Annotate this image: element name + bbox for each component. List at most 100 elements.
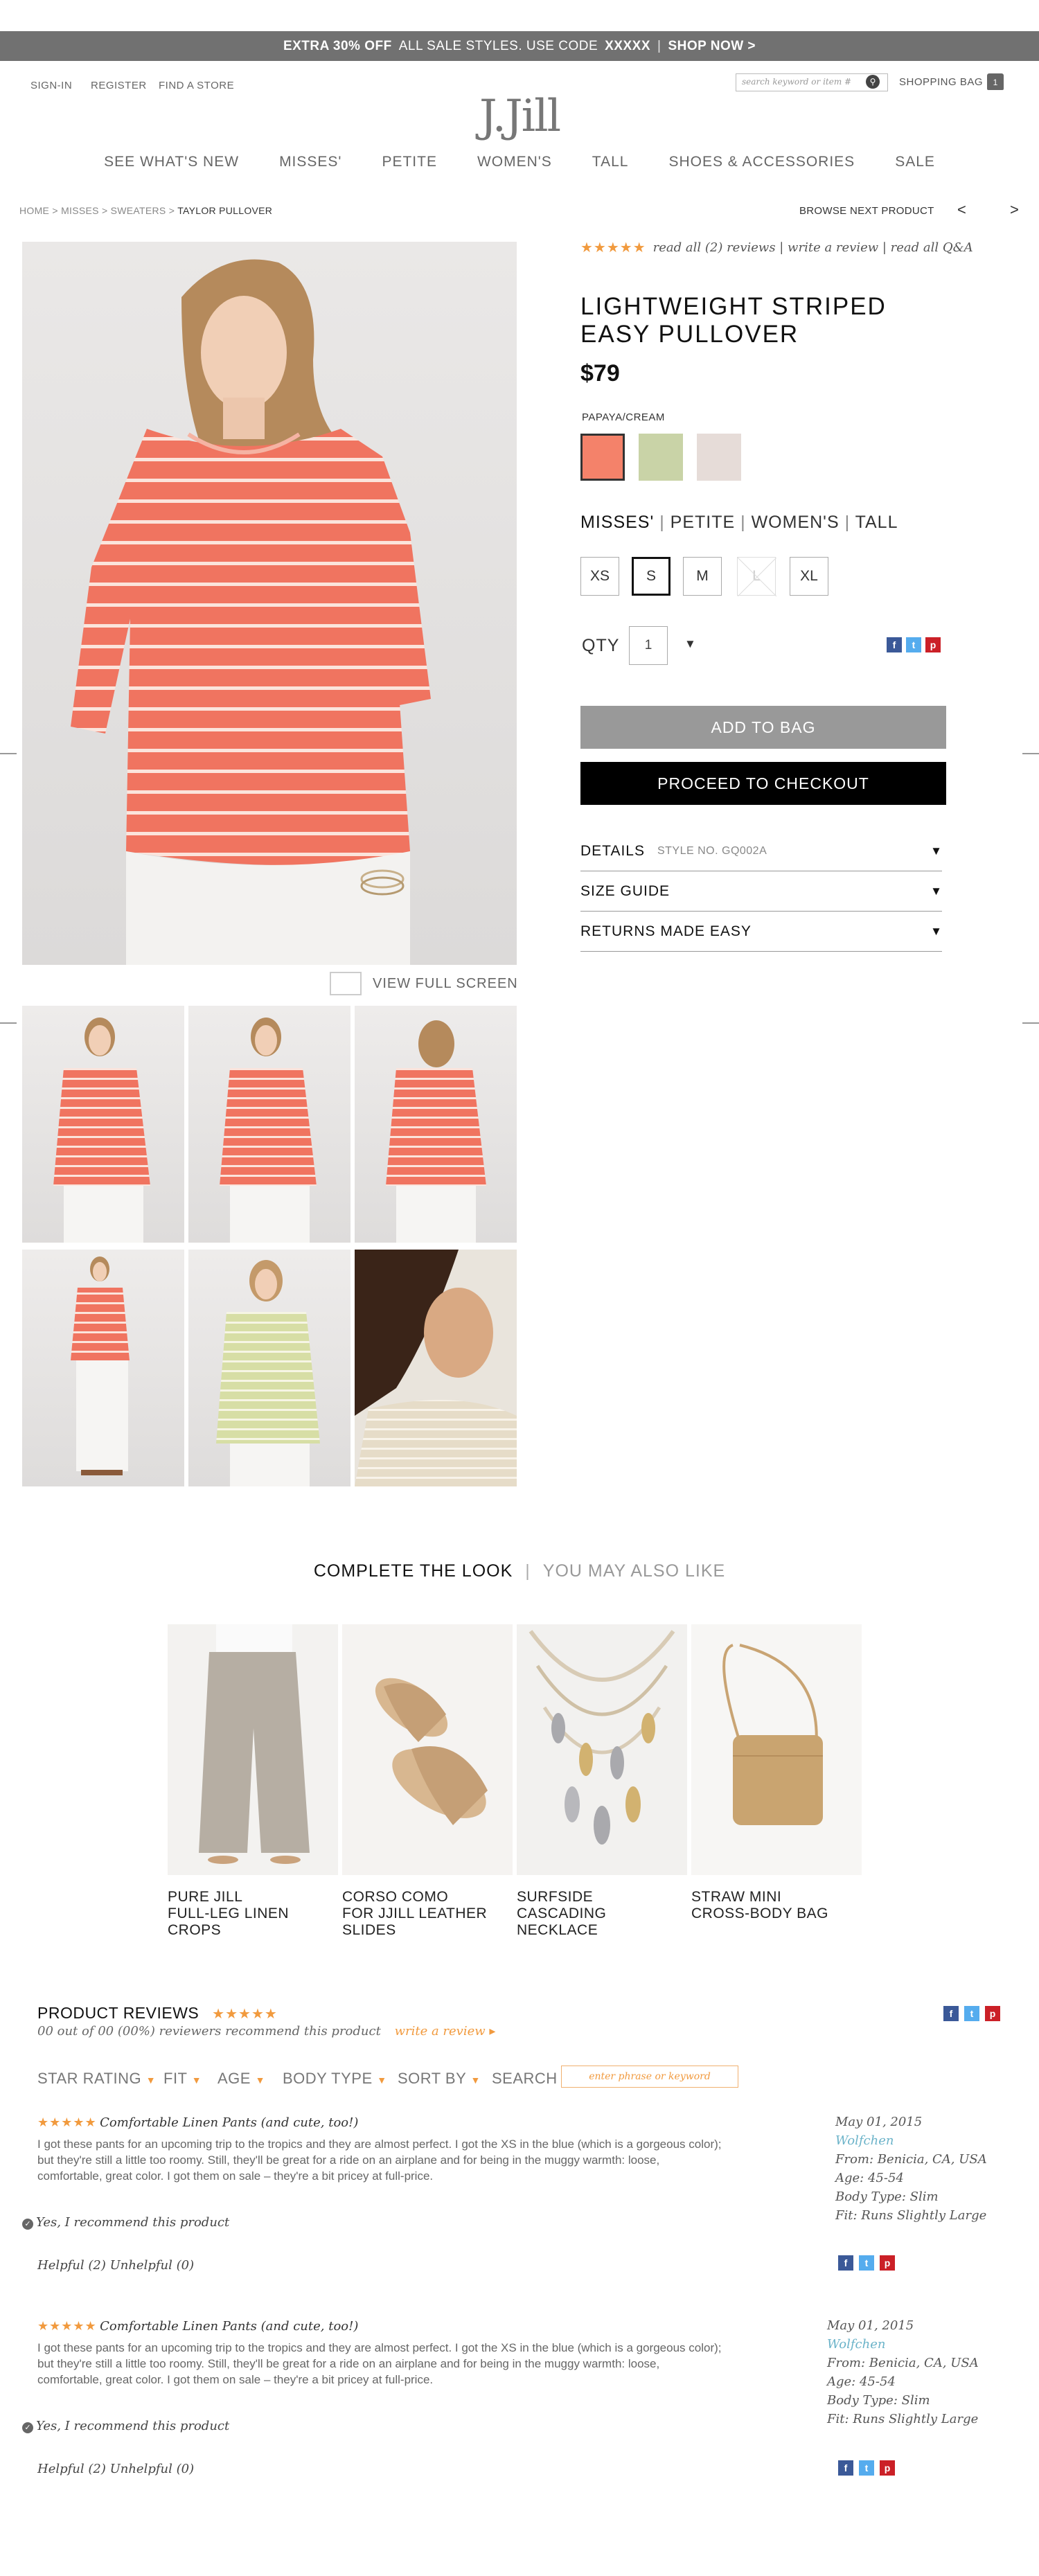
write-review-link[interactable]: write a review ▸ — [395, 2024, 496, 2038]
reviewer-fit: Fit: Runs Slightly Large — [835, 2208, 987, 2223]
twitter-icon[interactable]: t — [859, 2255, 874, 2271]
product-card-image-1[interactable] — [168, 1624, 338, 1875]
pinterest-icon[interactable]: p — [925, 637, 941, 652]
next-product-icon[interactable]: > — [1010, 201, 1019, 219]
nav-womens[interactable]: WOMEN'S — [477, 154, 552, 170]
filter-fit[interactable]: FIT ▼ — [163, 2070, 202, 2088]
size-s[interactable]: S — [632, 557, 671, 596]
size-xl[interactable]: XL — [790, 557, 828, 596]
add-to-bag-button[interactable]: ADD TO BAG — [580, 706, 946, 749]
filter-star-rating[interactable]: STAR RATING ▼ — [37, 2070, 156, 2088]
qty-select[interactable]: 1 — [629, 626, 668, 665]
review-2-meta: May 01, 2015 Wolfchen From: Benicia, CA,… — [827, 2316, 979, 2428]
crumb-home[interactable]: HOME — [19, 205, 49, 216]
check-icon: ✓ — [22, 2219, 33, 2230]
reviewer-name[interactable]: Wolfchen — [835, 2131, 987, 2150]
twitter-icon[interactable]: t — [964, 2006, 979, 2021]
facebook-icon[interactable]: f — [838, 2460, 853, 2476]
swatch-green[interactable] — [639, 434, 683, 481]
swatch-papaya[interactable] — [580, 434, 625, 481]
find-store-link[interactable]: FIND A STORE — [159, 80, 234, 91]
crumb-misses[interactable]: MISSES — [61, 205, 99, 216]
twitter-icon[interactable]: t — [906, 637, 921, 652]
filter-sort-by[interactable]: SORT BY ▼ — [398, 2070, 481, 2088]
recommend-text: Yes, I recommend this product — [36, 2215, 230, 2230]
twitter-icon[interactable]: t — [859, 2460, 874, 2476]
sign-in-link[interactable]: SIGN-IN — [30, 80, 72, 91]
nav-whats-new[interactable]: SEE WHAT'S NEW — [104, 154, 239, 170]
size-guide-accordion[interactable]: SIZE GUIDE ▼ — [580, 871, 942, 912]
nav-misses[interactable]: MISSES' — [279, 154, 341, 170]
review-recommend: ✓ Yes, I recommend this product — [22, 2419, 229, 2433]
product-card-image-2[interactable] — [342, 1624, 513, 1875]
promo-banner[interactable]: EXTRA 30% OFF ALL SALE STYLES. USE CODE … — [0, 31, 1039, 61]
reviewer-name[interactable]: Wolfchen — [827, 2335, 979, 2354]
prev-product-icon[interactable]: < — [957, 201, 966, 219]
filter-label: AGE — [217, 2070, 251, 2087]
filter-age[interactable]: AGE ▼ — [217, 2070, 265, 2088]
qty-caret-icon[interactable]: ▼ — [684, 637, 696, 651]
browse-next-label: BROWSE NEXT PRODUCT — [799, 205, 934, 217]
facebook-icon[interactable]: f — [838, 2255, 853, 2271]
review-helpful[interactable]: Helpful (2) Unhelpful (0) — [37, 2462, 194, 2476]
checkout-button[interactable]: PROCEED TO CHECKOUT — [580, 762, 946, 805]
filter-body-type[interactable]: BODY TYPE ▼ — [283, 2070, 387, 2088]
filter-label: FIT — [163, 2070, 188, 2087]
review-search-input[interactable]: enter phrase or keyword — [561, 2066, 738, 2088]
nav-petite[interactable]: PETITE — [382, 154, 437, 170]
review-helpful[interactable]: Helpful (2) Unhelpful (0) — [37, 2258, 194, 2273]
main-product-image[interactable] — [22, 242, 517, 965]
product-card-name-1[interactable]: PURE JILL FULL-LEG LINEN CROPS — [168, 1889, 338, 1939]
bag-icon[interactable]: 1 — [987, 73, 1004, 90]
thumbnail-1[interactable] — [22, 1006, 184, 1243]
product-card-name-2[interactable]: CORSO COMO FOR JJILL LEATHER SLIDES — [342, 1889, 513, 1939]
review-title: Comfortable Linen Pants (and cute, too!) — [100, 2319, 359, 2334]
thumbnail-6[interactable] — [355, 1250, 517, 1486]
search-icon[interactable]: ⚲ — [866, 75, 880, 89]
product-name-line: FOR JJILL LEATHER — [342, 1906, 488, 1921]
search-input[interactable]: search keyword or item # — [736, 73, 888, 91]
promo-bold: EXTRA 30% OFF — [283, 38, 392, 53]
product-card-name-4[interactable]: STRAW MINI CROSS-BODY BAG — [691, 1889, 862, 1922]
thumbnail-3[interactable] — [355, 1006, 517, 1243]
size-m[interactable]: M — [683, 557, 722, 596]
view-full-screen-link[interactable]: VIEW FULL SCREEN — [373, 976, 518, 992]
chevron-down-icon: ▼ — [930, 884, 942, 898]
details-accordion[interactable]: DETAILS STYLE NO. GQ002A ▼ — [580, 831, 942, 871]
thumbnail-4[interactable] — [22, 1250, 184, 1486]
review-stars: ★★★★★ — [37, 2319, 97, 2333]
crumb-sweaters[interactable]: SWEATERS — [111, 205, 166, 216]
nav-sale[interactable]: SALE — [895, 154, 935, 170]
product-card-image-4[interactable] — [691, 1624, 862, 1875]
pinterest-icon[interactable]: p — [880, 2460, 895, 2476]
pinterest-icon[interactable]: p — [985, 2006, 1000, 2021]
facebook-icon[interactable]: f — [887, 637, 902, 652]
tab-complete-look[interactable]: COMPLETE THE LOOK — [314, 1561, 513, 1581]
filter-label: STAR RATING — [37, 2070, 142, 2087]
pinterest-icon[interactable]: p — [880, 2255, 895, 2271]
edge-marker-right-2 — [1022, 1022, 1039, 1024]
returns-accordion[interactable]: RETURNS MADE EASY ▼ — [580, 912, 942, 952]
facebook-icon[interactable]: f — [943, 2006, 959, 2021]
fit-tab-petite[interactable]: PETITE — [671, 513, 736, 532]
size-guide-label: SIZE GUIDE — [580, 882, 671, 899]
register-link[interactable]: REGISTER — [91, 80, 147, 91]
promo-cta[interactable]: SHOP NOW > — [668, 39, 756, 54]
thumbnail-2[interactable] — [188, 1006, 350, 1243]
reviews-links[interactable]: read all (2) reviews | write a review | … — [653, 240, 973, 255]
fit-tab-womens[interactable]: WOMEN'S — [752, 513, 840, 532]
review-body: I got these pants for an upcoming trip t… — [37, 2341, 722, 2386]
tab-you-may-also-like[interactable]: YOU MAY ALSO LIKE — [543, 1561, 725, 1581]
shopping-bag-link[interactable]: SHOPPING BAG — [899, 76, 983, 88]
nav-shoes-accessories[interactable]: SHOES & ACCESSORIES — [668, 154, 855, 170]
fit-tab-tall[interactable]: TALL — [855, 513, 898, 532]
thumbnail-5[interactable] — [188, 1250, 350, 1486]
swatch-cream[interactable] — [697, 434, 741, 481]
fullscreen-icon[interactable] — [330, 972, 362, 995]
product-card-name-3[interactable]: SURFSIDE CASCADING NECKLACE — [517, 1889, 687, 1939]
brand-logo[interactable]: J.Jill — [478, 89, 561, 144]
nav-tall[interactable]: TALL — [592, 154, 629, 170]
fit-tab-misses[interactable]: MISSES' — [580, 513, 654, 532]
product-card-image-3[interactable] — [517, 1624, 687, 1875]
size-xs[interactable]: XS — [580, 557, 619, 596]
